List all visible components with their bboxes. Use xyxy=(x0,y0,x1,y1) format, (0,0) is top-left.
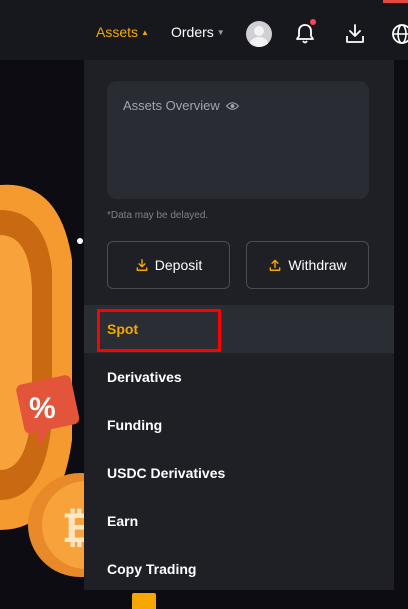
deposit-label: Deposit xyxy=(154,257,203,273)
user-avatar-icon[interactable] xyxy=(246,21,272,47)
nav-orders-menu[interactable]: Orders ▼ xyxy=(171,24,225,40)
globe-icon[interactable] xyxy=(390,22,408,46)
nav-assets-menu[interactable]: Assets ▲ xyxy=(96,24,149,40)
deposit-icon xyxy=(136,259,148,271)
notification-dot xyxy=(310,19,316,25)
promo-banner-art: % ₿ xyxy=(0,60,84,609)
menu-item-spot[interactable]: Spot xyxy=(84,305,394,353)
menu-item-funding[interactable]: Funding xyxy=(84,401,394,449)
bell-icon[interactable] xyxy=(293,22,317,46)
promo-banner-bar xyxy=(132,593,156,609)
menu-item-copy-trading[interactable]: Copy Trading xyxy=(84,545,394,593)
page-background-strip xyxy=(394,60,408,609)
assets-dropdown: Assets Overview *Data may be delayed. De… xyxy=(84,60,394,590)
menu-item-derivatives[interactable]: Derivatives xyxy=(84,353,394,401)
browser-accent-strip xyxy=(383,0,408,3)
withdraw-button[interactable]: Withdraw xyxy=(246,241,369,289)
withdraw-label: Withdraw xyxy=(288,257,347,273)
nav-orders-label: Orders xyxy=(171,24,214,40)
nav-assets-label: Assets xyxy=(96,24,139,40)
eye-icon[interactable] xyxy=(225,101,239,111)
top-nav-bar: Assets ▲ Orders ▼ xyxy=(0,0,408,60)
assets-menu-list: Spot Derivatives Funding USDC Derivative… xyxy=(84,305,394,593)
menu-item-usdc-derivatives[interactable]: USDC Derivatives xyxy=(84,449,394,497)
assets-overview-title: Assets Overview xyxy=(123,98,239,113)
data-delay-note: *Data may be delayed. xyxy=(107,210,209,221)
assets-overview-card[interactable]: Assets Overview xyxy=(107,81,369,199)
percent-badge: % xyxy=(29,392,56,425)
svg-text:₿: ₿ xyxy=(62,504,84,551)
download-icon[interactable] xyxy=(343,22,367,46)
caret-down-icon: ▼ xyxy=(216,27,225,37)
caret-up-icon: ▲ xyxy=(141,27,149,37)
assets-overview-label: Assets Overview xyxy=(123,98,220,113)
deposit-button[interactable]: Deposit xyxy=(107,241,230,289)
menu-item-earn[interactable]: Earn xyxy=(84,497,394,545)
withdraw-icon xyxy=(269,259,281,271)
